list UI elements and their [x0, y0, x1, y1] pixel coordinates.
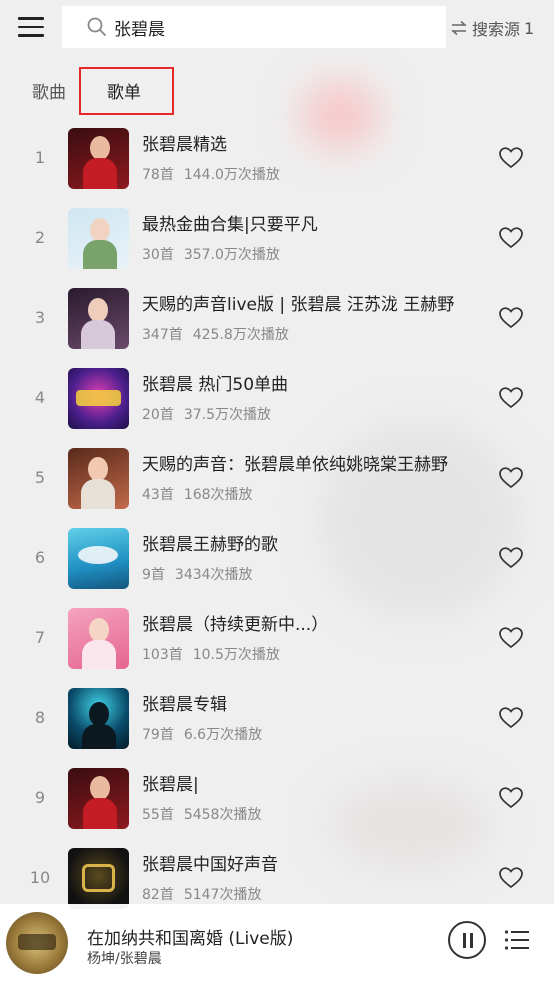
row-index: 10	[29, 868, 51, 887]
tab-songs[interactable]: 歌曲	[32, 78, 66, 103]
playlist-cover	[68, 848, 129, 909]
pause-icon	[470, 933, 473, 948]
track-count: 30首	[142, 247, 174, 263]
playlist-row[interactable]: 9 张碧晨| 55首 5458次播放	[0, 758, 554, 838]
tab-playlists[interactable]: 歌单	[79, 67, 174, 115]
playlist-meta: 103首 10.5万次播放	[142, 644, 280, 664]
track-count: 55首	[142, 807, 174, 823]
playlist-cover	[68, 528, 129, 589]
playlist-title: 最热金曲合集|只要平凡	[142, 215, 318, 235]
playlist-meta: 9首 3434次播放	[142, 564, 253, 584]
track-count: 79首	[142, 727, 174, 743]
top-bar: 张碧晨 搜索源 1	[0, 0, 554, 56]
search-icon	[87, 17, 106, 36]
playlist-meta: 43首 168次播放	[142, 484, 253, 504]
playlist-title: 张碧晨|	[142, 775, 199, 795]
play-count: 10.5万次播放	[192, 647, 280, 663]
playlist-title: 张碧晨中国好声音	[142, 855, 278, 875]
search-source-count: 1	[524, 18, 535, 38]
playlist-cover	[68, 608, 129, 669]
playlist-meta: 20首 37.5万次播放	[142, 404, 271, 424]
pause-button[interactable]	[448, 921, 486, 959]
playlist-cover	[68, 368, 129, 429]
pause-icon	[463, 933, 466, 948]
swap-icon	[451, 20, 467, 36]
now-playing-title: 在加纳共和国离婚 (Live版)	[87, 929, 294, 949]
playlist-cover	[68, 128, 129, 189]
playlist-title: 天赐的声音live版 | 张碧晨 汪苏泷 王赫野	[142, 295, 455, 315]
playlist-title: 张碧晨精选	[142, 135, 227, 155]
result-tabs: 歌曲 歌单	[0, 64, 554, 115]
playlist-cover	[68, 208, 129, 269]
play-count: 6.6万次播放	[183, 727, 263, 743]
playlist-meta: 78首 144.0万次播放	[142, 164, 280, 184]
playlist-row[interactable]: 1 张碧晨精选 78首 144.0万次播放	[0, 118, 554, 198]
track-count: 78首	[142, 167, 174, 183]
row-index: 5	[34, 468, 46, 487]
playlist-meta: 347首 425.8万次播放	[142, 324, 289, 344]
row-index: 8	[34, 708, 46, 727]
playlist-icon[interactable]	[504, 928, 530, 952]
playlist-title: 张碧晨专辑	[142, 695, 227, 715]
playlist-meta: 82首 5147次播放	[142, 884, 261, 904]
playlist-meta: 55首 5458次播放	[142, 804, 261, 824]
search-query: 张碧晨	[114, 20, 165, 40]
track-count: 347首	[142, 327, 183, 343]
row-index: 3	[34, 308, 46, 327]
play-count: 144.0万次播放	[183, 167, 280, 183]
playlist-meta: 30首 357.0万次播放	[142, 244, 280, 264]
playlist-row[interactable]: 7 张碧晨（持续更新中...） 103首 10.5万次播放	[0, 598, 554, 678]
menu-icon[interactable]	[18, 17, 44, 39]
heart-icon[interactable]	[498, 786, 524, 810]
playlist-row[interactable]: 6 张碧晨王赫野的歌 9首 3434次播放	[0, 518, 554, 598]
play-count: 357.0万次播放	[183, 247, 280, 263]
heart-icon[interactable]	[498, 546, 524, 570]
playlist-row[interactable]: 5 天赐的声音：张碧晨单依纯姚晓棠王赫野 43首 168次播放	[0, 438, 554, 518]
row-index: 9	[34, 788, 46, 807]
track-count: 82首	[142, 887, 174, 903]
heart-icon[interactable]	[498, 706, 524, 730]
row-index: 4	[34, 388, 46, 407]
search-source-label: 搜索源	[472, 20, 521, 39]
heart-icon[interactable]	[498, 466, 524, 490]
playlist-title: 张碧晨 热门50单曲	[142, 375, 289, 395]
playlist-title: 天赐的声音：张碧晨单依纯姚晓棠王赫野	[142, 455, 448, 475]
now-playing-cover[interactable]	[6, 912, 68, 974]
play-count: 5147次播放	[183, 887, 262, 903]
heart-icon[interactable]	[498, 386, 524, 410]
search-source-button[interactable]: 搜索源 1	[450, 16, 534, 40]
playlist-cover	[68, 768, 129, 829]
search-input[interactable]: 张碧晨	[62, 6, 446, 48]
playlist-row[interactable]: 2 最热金曲合集|只要平凡 30首 357.0万次播放	[0, 198, 554, 278]
play-count: 37.5万次播放	[183, 407, 271, 423]
row-index: 6	[34, 548, 46, 567]
track-count: 9首	[142, 567, 165, 583]
track-count: 20首	[142, 407, 174, 423]
play-count: 5458次播放	[183, 807, 262, 823]
playlist-cover	[68, 688, 129, 749]
heart-icon[interactable]	[498, 866, 524, 890]
heart-icon[interactable]	[498, 226, 524, 250]
play-count: 3434次播放	[174, 567, 253, 583]
row-index: 1	[34, 148, 46, 167]
row-index: 7	[34, 628, 46, 647]
playlist-cover	[68, 448, 129, 509]
heart-icon[interactable]	[498, 306, 524, 330]
playlist-title: 张碧晨（持续更新中...）	[142, 615, 329, 635]
now-playing-bar[interactable]: 在加纳共和国离婚 (Live版) 杨坤/张碧晨	[0, 904, 554, 984]
track-count: 103首	[142, 647, 183, 663]
playlist-meta: 79首 6.6万次播放	[142, 724, 262, 744]
heart-icon[interactable]	[498, 146, 524, 170]
row-index: 2	[34, 228, 46, 247]
playlist-row[interactable]: 3 天赐的声音live版 | 张碧晨 汪苏泷 王赫野 347首 425.8万次播放	[0, 278, 554, 358]
track-count: 43首	[142, 487, 174, 503]
heart-icon[interactable]	[498, 626, 524, 650]
play-count: 425.8万次播放	[192, 327, 289, 343]
now-playing-artist: 杨坤/张碧晨	[87, 951, 162, 967]
playlist-title: 张碧晨王赫野的歌	[142, 535, 278, 555]
playlist-row[interactable]: 8 张碧晨专辑 79首 6.6万次播放	[0, 678, 554, 758]
playlist-cover	[68, 288, 129, 349]
play-count: 168次播放	[183, 487, 253, 503]
playlist-row[interactable]: 4 张碧晨 热门50单曲 20首 37.5万次播放	[0, 358, 554, 438]
